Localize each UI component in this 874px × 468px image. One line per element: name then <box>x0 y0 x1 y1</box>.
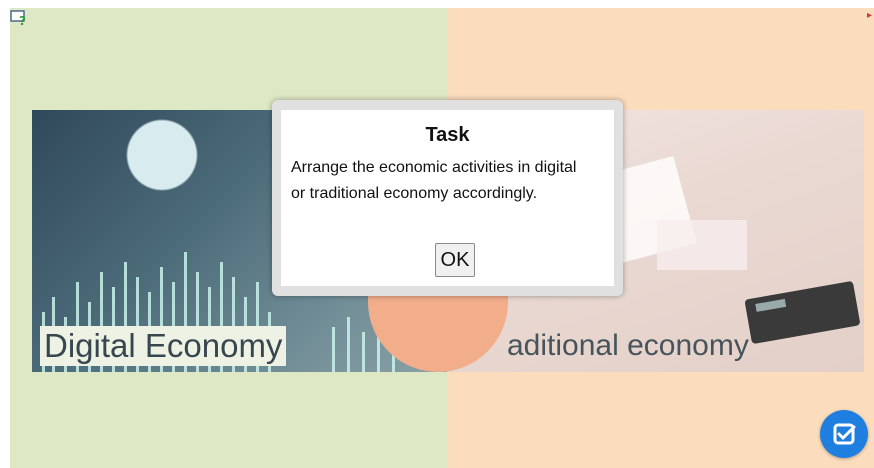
check-button[interactable] <box>820 410 868 458</box>
traditional-economy-label: aditional economy <box>507 329 749 362</box>
task-dialog: Task Arrange the economic activities in … <box>272 100 623 296</box>
arrow-right-icon[interactable]: ▸ <box>867 10 872 21</box>
check-icon <box>833 423 856 445</box>
help-icon[interactable]: ? <box>10 9 28 28</box>
dialog-title: Task <box>425 124 470 146</box>
dialog-text: Arrange the economic activities in digit… <box>291 159 577 202</box>
svg-text:?: ? <box>19 14 26 27</box>
ok-button[interactable]: OK <box>435 243 475 277</box>
task-dialog-body: Task Arrange the economic activities in … <box>281 110 614 286</box>
digital-economy-label: Digital Economy <box>40 326 287 366</box>
